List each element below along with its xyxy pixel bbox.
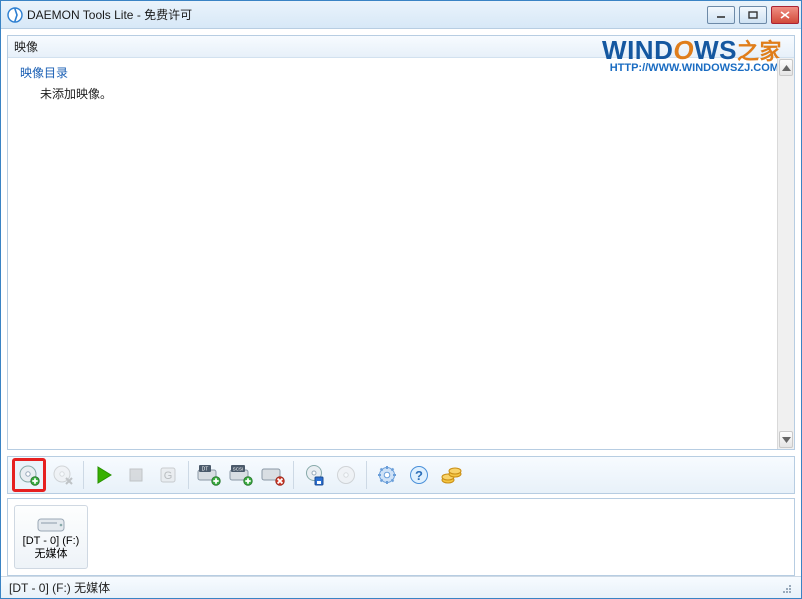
add-dt-drive-button[interactable]: DT bbox=[194, 460, 224, 490]
minimize-button[interactable] bbox=[707, 6, 735, 24]
app-icon bbox=[7, 7, 23, 23]
images-panel-header: 映像 bbox=[8, 36, 794, 58]
drive-scsi-plus-icon: SCSI bbox=[229, 464, 253, 486]
scroll-up-icon[interactable] bbox=[779, 59, 793, 76]
status-text: [DT - 0] (F:) 无媒体 bbox=[9, 579, 110, 596]
remove-image-button[interactable] bbox=[48, 460, 78, 490]
client-area: 映像 WINDOWS之家 HTTP://WWW.WINDOWSZJ.COM/ 映… bbox=[1, 29, 801, 576]
add-scsi-drive-button[interactable]: SCSI bbox=[226, 460, 256, 490]
toolbar-separator bbox=[366, 461, 367, 489]
image-catalog-tree[interactable]: 映像目录 未添加映像。 bbox=[8, 58, 794, 449]
disc-icon bbox=[336, 465, 356, 485]
drive-x-icon bbox=[261, 464, 285, 486]
virtual-drive-item[interactable]: [DT - 0] (F:) 无媒体 bbox=[14, 505, 88, 569]
refresh-button[interactable]: G bbox=[153, 460, 183, 490]
scroll-down-icon[interactable] bbox=[779, 431, 793, 448]
unmount-button[interactable] bbox=[121, 460, 151, 490]
disc-save-icon bbox=[303, 464, 325, 486]
mount-button[interactable] bbox=[89, 460, 119, 490]
grab-disc-button[interactable] bbox=[331, 460, 361, 490]
burn-image-button[interactable] bbox=[299, 460, 329, 490]
disc-x-icon bbox=[52, 464, 74, 486]
drive-dt-plus-icon: DT bbox=[197, 464, 221, 486]
virtual-drives-panel: [DT - 0] (F:) 无媒体 bbox=[7, 498, 795, 576]
drive-icon bbox=[36, 513, 66, 535]
tree-root-catalog[interactable]: 映像目录 bbox=[12, 62, 790, 83]
toolbar-separator bbox=[188, 461, 189, 489]
window-controls bbox=[707, 6, 799, 24]
drive-label-line2: 无媒体 bbox=[35, 548, 68, 561]
disc-plus-icon bbox=[18, 464, 40, 486]
images-panel: 映像 WINDOWS之家 HTTP://WWW.WINDOWSZJ.COM/ 映… bbox=[7, 35, 795, 450]
svg-text:DT: DT bbox=[202, 467, 209, 473]
close-button[interactable] bbox=[771, 6, 799, 24]
preferences-button[interactable] bbox=[372, 460, 402, 490]
status-bar: [DT - 0] (F:) 无媒体 bbox=[1, 576, 801, 598]
drive-label-line1: [DT - 0] (F:) bbox=[23, 535, 80, 548]
svg-text:SCSI: SCSI bbox=[233, 467, 244, 472]
svg-text:G: G bbox=[164, 470, 173, 482]
remove-drive-button[interactable] bbox=[258, 460, 288, 490]
help-icon: ? bbox=[409, 465, 429, 485]
titlebar[interactable]: DAEMON Tools Lite - 免费许可 bbox=[1, 1, 801, 29]
tree-empty-label: 未添加映像。 bbox=[12, 83, 790, 104]
refresh-icon: G bbox=[159, 466, 177, 484]
app-window: DAEMON Tools Lite - 免费许可 映像 WINDOWS之家 HT… bbox=[0, 0, 802, 599]
window-title: DAEMON Tools Lite - 免费许可 bbox=[27, 6, 707, 23]
vertical-scrollbar[interactable] bbox=[777, 58, 794, 449]
svg-text:?: ? bbox=[415, 468, 423, 483]
add-image-button[interactable] bbox=[12, 458, 46, 492]
maximize-button[interactable] bbox=[739, 6, 767, 24]
gear-icon bbox=[377, 465, 397, 485]
toolbar-separator bbox=[293, 461, 294, 489]
main-toolbar: G DT SCSI bbox=[7, 456, 795, 494]
coins-icon bbox=[440, 465, 462, 485]
play-icon bbox=[96, 466, 112, 484]
buy-license-button[interactable] bbox=[436, 460, 466, 490]
resize-grip-icon[interactable] bbox=[779, 581, 793, 595]
help-button[interactable]: ? bbox=[404, 460, 434, 490]
stop-icon bbox=[128, 467, 144, 483]
toolbar-separator bbox=[83, 461, 84, 489]
